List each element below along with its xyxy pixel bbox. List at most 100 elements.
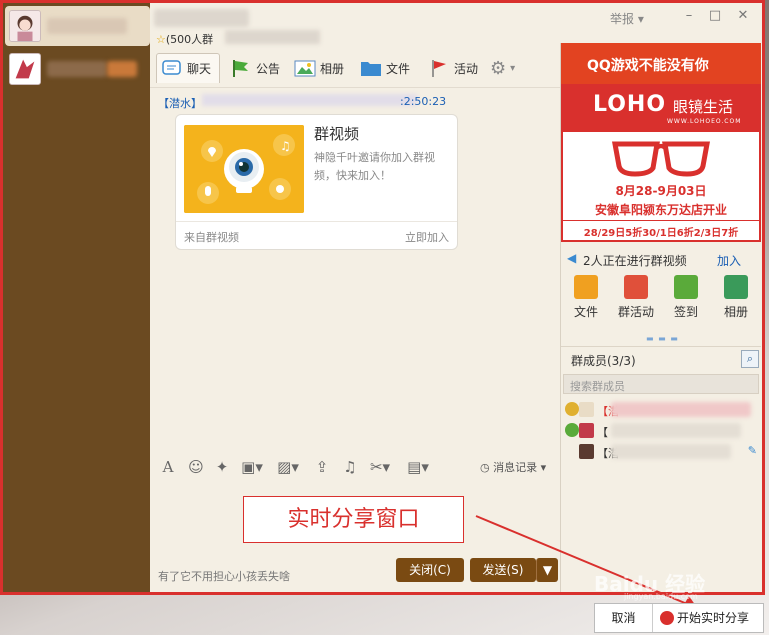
message-time: :2:50:23 <box>400 95 447 108</box>
share-controls: 取消 开始实时分享 <box>594 603 764 633</box>
settings-menu[interactable]: ⚙ ▾ <box>486 53 519 83</box>
conversation-item[interactable] <box>5 51 150 87</box>
tab-album[interactable]: 相册 <box>290 53 348 83</box>
member-row[interactable]: 【 <box>565 421 759 441</box>
app-album[interactable]: 相册 <box>711 275 761 320</box>
tab-label: 公告 <box>256 61 281 76</box>
conversation-name-blurred <box>47 18 127 34</box>
loho-date: 8月28-9月03日 <box>615 184 707 198</box>
admin-icon <box>565 423 579 437</box>
search-icon[interactable]: ⌕ <box>741 350 759 368</box>
tab-chat[interactable]: 聊天 <box>156 53 220 83</box>
share-window-label: 实时分享窗口 <box>243 496 464 543</box>
chevron-down-icon: ▾ <box>540 461 547 474</box>
ad-tip-text[interactable]: 有了它不用担心小孩丢失啥 <box>158 568 290 584</box>
upload-icon[interactable]: ⇪ <box>312 458 332 476</box>
app-label: 相册 <box>723 305 748 319</box>
app-files[interactable]: 文件 <box>561 275 611 320</box>
ad-text: QQ游戏不能没有你 <box>587 58 709 74</box>
app-label: 文件 <box>573 305 598 319</box>
join-video-link[interactable]: 立即加入 <box>405 229 449 245</box>
group-chat-window: ☆(500人群 举报 ▾ – □ ✕ 聊天 公告 相册 文件 活动 ⚙ ▾ 【潜… <box>150 3 762 592</box>
chevron-down-icon: ▾ <box>510 62 516 74</box>
message-sender-tag: 【潜水】 <box>158 97 202 110</box>
tab-label: 文件 <box>386 61 411 76</box>
scissors-menu-icon[interactable]: ✂▾ <box>366 458 394 476</box>
video-status-text: 2人正在进行群视频 <box>583 254 687 268</box>
close-button[interactable]: 关闭(C) <box>396 558 464 582</box>
chat-messages: 【潜水】 :2:50:23 ♫ 群视频 神隐千叶邀请你加入群视频，快来加入！ 来… <box>150 87 560 453</box>
clock-icon: ◷ <box>480 461 490 474</box>
group-video-card[interactable]: ♫ 群视频 神隐千叶邀请你加入群视频，快来加入！ 来自群视频 立即加入 <box>175 114 458 250</box>
app-group-activity[interactable]: 群活动 <box>611 275 661 320</box>
pennant-icon <box>624 275 648 299</box>
member-name-blurred <box>611 402 751 417</box>
glasses-icon <box>612 141 710 177</box>
star-icon: ☆ <box>156 33 166 46</box>
gear-icon: ⚙ <box>490 57 507 79</box>
group-name-blurred <box>154 9 249 27</box>
card-description: 神隐千叶邀请你加入群视频，快来加入！ <box>314 151 435 182</box>
page-dots[interactable]: ▬ ▬ ▬ <box>646 334 679 343</box>
report-link[interactable]: 举报 ▾ <box>610 10 644 27</box>
tab-files[interactable]: 文件 <box>356 53 414 83</box>
app-checkin[interactable]: 签到 <box>661 275 711 320</box>
loho-logo: LOHO <box>593 92 667 117</box>
avatar <box>579 402 594 417</box>
emoji-icon[interactable]: ☺ <box>186 458 206 476</box>
start-share-label: 开始实时分享 <box>677 611 750 625</box>
maximize-button[interactable]: □ <box>708 9 722 23</box>
join-video-button[interactable]: 加入 <box>717 252 741 269</box>
start-share-button[interactable]: 开始实时分享 <box>655 604 763 632</box>
loho-brand-name: 眼镜生活 <box>673 98 734 116</box>
group-video-thumbnail: ♫ <box>184 125 304 213</box>
group-subtitle: ☆(500人群 <box>156 33 214 46</box>
edit-icon[interactable]: ✎ <box>748 444 757 457</box>
input-toolbar: A ☺ ✦ ▣▾ ▨▾ ⇪ ♫ ✂▾ ▤▾ ◷ 消息记录 ▾ <box>150 453 560 481</box>
tab-label: 聊天 <box>187 62 212 76</box>
app-label: 签到 <box>673 305 698 319</box>
pennant-icon <box>428 58 450 78</box>
message-history-button[interactable]: ◷ 消息记录 ▾ <box>480 459 546 475</box>
loho-header: LOHO 眼镜生活 WWW.LOHOEO.COM <box>563 86 759 132</box>
group-subtitle-blurred <box>225 30 320 44</box>
member-name-blurred <box>611 423 741 438</box>
cancel-share-button[interactable]: 取消 <box>595 604 653 632</box>
music-icon[interactable]: ♫ <box>340 458 360 476</box>
member-search-input[interactable]: 搜索群成员 <box>563 374 759 394</box>
conversation-sidebar <box>3 3 150 592</box>
avatar <box>579 444 594 459</box>
photo-icon <box>294 58 316 78</box>
member-row[interactable]: 【潜 ✎ <box>565 442 759 462</box>
message-sender-blurred <box>202 94 417 106</box>
avatar <box>9 10 41 42</box>
font-icon[interactable]: A <box>158 458 178 476</box>
image-menu-icon[interactable]: ▨▾ <box>274 458 302 476</box>
minimize-button[interactable]: – <box>682 9 696 23</box>
flag-icon <box>230 58 252 78</box>
close-window-button[interactable]: ✕ <box>736 9 750 23</box>
tab-label: 相册 <box>320 61 345 76</box>
card-source: 来自群视频 <box>184 231 239 244</box>
magic-wand-icon[interactable]: ✦ <box>212 458 232 476</box>
gift-menu-icon[interactable]: ▣▾ <box>238 458 266 476</box>
loho-ad[interactable]: LOHO 眼镜生活 WWW.LOHOEO.COM 8月28-9月03日 安徽阜阳… <box>561 84 761 242</box>
group-video-status: ◀ 2人正在进行群视频 加入 <box>561 248 761 270</box>
svg-text:♫: ♫ <box>280 139 291 153</box>
tab-announcement[interactable]: 公告 <box>226 53 284 83</box>
loho-url: WWW.LOHOEO.COM <box>667 118 742 125</box>
member-name: 【 <box>597 426 608 439</box>
members-header: 群成员(3/3) ⌕ <box>561 346 761 368</box>
folder-icon <box>360 58 382 78</box>
member-row[interactable]: 【潜 <box>565 400 759 420</box>
tab-activities[interactable]: 活动 <box>424 53 482 83</box>
group-apps: 文件 群活动 签到 相册 <box>561 275 761 335</box>
photo-icon <box>724 275 748 299</box>
conversation-item-active[interactable] <box>5 6 150 46</box>
card-title: 群视频 <box>314 125 360 143</box>
baidu-watermark-url: jingyan.baidu.com <box>624 592 698 601</box>
conversation-name-blurred <box>47 61 107 77</box>
more-menu-icon[interactable]: ▤▾ <box>402 458 434 476</box>
qq-game-ad[interactable]: QQ游戏不能没有你 <box>561 43 761 84</box>
checkmark-icon <box>674 275 698 299</box>
